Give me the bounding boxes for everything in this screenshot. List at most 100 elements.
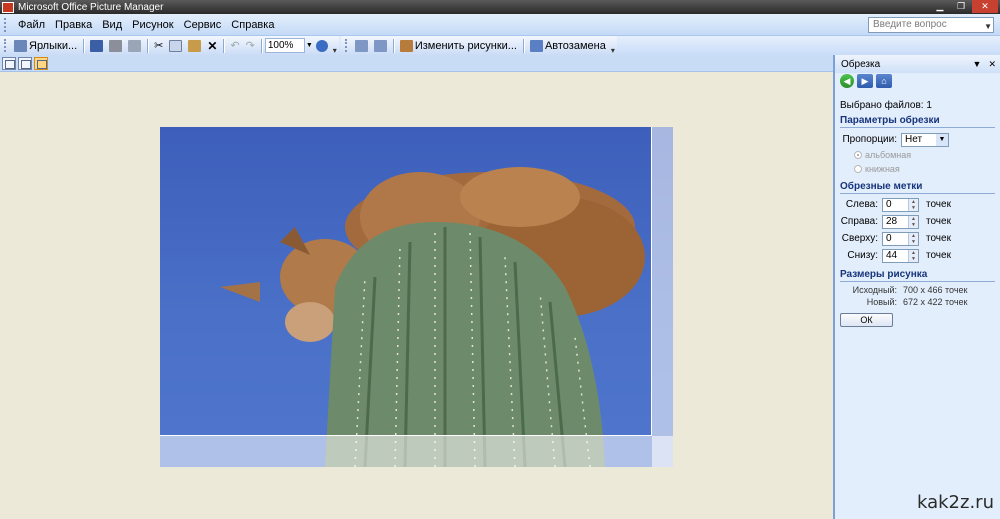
radio-dot <box>854 151 862 159</box>
window-title: Microsoft Office Picture Manager <box>18 1 164 13</box>
close-icon[interactable]: ✕ <box>972 0 998 13</box>
toolbar-options-icon[interactable]: ▾ <box>333 46 337 55</box>
spin-arrows-icon[interactable]: ▲ ▼ <box>908 215 918 228</box>
mark-value: 0 <box>886 232 892 244</box>
rotate-right-button[interactable] <box>371 37 390 54</box>
crop-handle-bottom[interactable] <box>160 435 652 436</box>
cut-button[interactable]: ✂ <box>151 37 166 54</box>
autofix-icon <box>529 39 543 52</box>
bottom-mark-stepper[interactable]: 44 ▲ ▼ <box>882 248 919 263</box>
mark-unit: точек <box>926 216 951 227</box>
redo-icon: ↷ <box>245 40 255 52</box>
help-button[interactable] <box>313 37 331 54</box>
toolbar-grip[interactable] <box>4 39 7 52</box>
mark-value: 0 <box>886 198 892 210</box>
landscape-label: альбомная <box>865 150 912 160</box>
menu-view[interactable]: Вид <box>97 19 127 31</box>
menu-picture[interactable]: Рисунок <box>127 19 179 31</box>
menu-edit[interactable]: Правка <box>50 19 97 31</box>
menu-file[interactable]: Файл <box>13 19 50 31</box>
redo-button[interactable]: ↷ <box>243 37 258 54</box>
menu-help[interactable]: Справка <box>226 19 279 31</box>
help-icon <box>315 39 328 52</box>
spin-arrows-icon[interactable]: ▲ ▼ <box>908 198 918 211</box>
task-pane-header: Обрезка ▼ ✕ <box>835 55 1000 73</box>
task-pane-nav: ◀ ▶ ⌂ <box>835 73 1000 89</box>
chevron-down-icon: ▼ <box>936 133 948 146</box>
paste-button[interactable] <box>185 37 204 54</box>
maximize-icon[interactable]: ❐ <box>951 0 971 13</box>
menu-grip[interactable] <box>4 17 7 32</box>
task-pane-close-icon[interactable]: ✕ <box>988 59 996 70</box>
rotate-left-button[interactable] <box>352 37 371 54</box>
right-mark-stepper[interactable]: 28 ▲ ▼ <box>882 214 919 229</box>
toolbar-separator <box>392 38 394 53</box>
original-size-row: Исходный: 700 x 466 точек <box>840 285 995 297</box>
mark-label: Сверху: <box>841 233 878 244</box>
help-search-input[interactable]: Введите вопрос <box>868 17 994 33</box>
mark-value: 28 <box>886 215 898 227</box>
shortcuts-button[interactable]: Ярлыки... <box>11 37 80 54</box>
portrait-radio[interactable]: книжная <box>840 162 995 176</box>
delete-button[interactable]: ✕ <box>204 37 220 54</box>
cat-on-cactus-image <box>220 167 645 467</box>
back-icon[interactable]: ◀ <box>840 74 854 88</box>
email-button[interactable] <box>125 37 144 54</box>
zoom-dropdown-icon[interactable]: ▼ <box>306 42 313 49</box>
mark-row-bottom: Снизу: 44 ▲ ▼ точек <box>840 247 995 264</box>
radio-dot <box>854 165 862 173</box>
save-button[interactable] <box>87 37 106 54</box>
standard-toolbar: Ярлыки... ✂ ✕ ↶ ↷ 100% ▼ ▾ Изменить рису… <box>0 36 1000 55</box>
filmstrip-view-icon[interactable] <box>18 56 32 70</box>
mark-unit: точек <box>926 233 951 244</box>
mark-row-top: Сверху: 0 ▲ ▼ точек <box>840 230 995 247</box>
crop-handle-right[interactable] <box>651 127 652 436</box>
original-size-value: 700 x 466 точек <box>903 285 968 295</box>
menu-tools[interactable]: Сервис <box>179 19 227 31</box>
original-size-label: Исходный: <box>852 285 897 295</box>
spin-arrows-icon[interactable]: ▲ ▼ <box>908 232 918 245</box>
task-pane-title: Обрезка <box>841 58 881 70</box>
top-mark-stepper[interactable]: 0 ▲ ▼ <box>882 231 919 246</box>
toolbar-separator <box>223 38 225 53</box>
single-picture-view-icon[interactable] <box>34 56 48 70</box>
photo[interactable] <box>160 127 673 467</box>
forward-icon[interactable]: ▶ <box>857 74 873 88</box>
toolbar-options-icon[interactable]: ▾ <box>611 46 615 55</box>
zoom-select[interactable]: 100% <box>264 38 305 53</box>
crop-task-pane: Обрезка ▼ ✕ ◀ ▶ ⌂ Выбрано файлов: 1 Пара… <box>833 55 1000 519</box>
copy-icon <box>169 39 183 52</box>
mark-unit: точек <box>926 199 951 210</box>
ok-button[interactable]: ОК <box>840 313 893 327</box>
print-button[interactable] <box>106 37 125 54</box>
view-bar <box>0 55 833 72</box>
toolbar-grip[interactable] <box>344 39 348 52</box>
proportions-select[interactable]: Нет ▼ <box>901 132 949 147</box>
size-heading: Размеры рисунка <box>840 269 995 282</box>
crop-marks-heading: Обрезные метки <box>840 181 995 194</box>
new-size-value: 672 x 422 точек <box>903 297 968 307</box>
mark-unit: точек <box>926 250 951 261</box>
copy-button[interactable] <box>166 37 185 54</box>
autofix-button[interactable]: Автозамена <box>527 37 609 54</box>
toolbar-separator <box>83 38 85 53</box>
left-mark-stepper[interactable]: 0 ▲ ▼ <box>882 197 919 212</box>
mark-label: Слева: <box>845 199 878 210</box>
task-pane-menu-icon[interactable]: ▼ <box>973 59 982 70</box>
minimize-icon[interactable]: ▁ <box>930 0 950 13</box>
home-icon[interactable]: ⌂ <box>876 74 892 88</box>
spin-arrows-icon[interactable]: ▲ ▼ <box>908 249 918 262</box>
landscape-radio[interactable]: альбомная <box>840 148 995 162</box>
undo-button[interactable]: ↶ <box>227 37 242 54</box>
thumbnail-view-icon[interactable] <box>2 56 16 70</box>
toolbar-separator <box>260 38 262 53</box>
files-selected-text: Выбрано файлов: 1 <box>840 100 932 111</box>
email-icon <box>128 39 142 52</box>
edit-pictures-button[interactable]: Изменить рисунки... <box>397 37 520 54</box>
rotate-right-icon <box>373 39 387 52</box>
mark-label: Снизу: <box>847 250 878 261</box>
help-dropdown-icon[interactable]: ▼ <box>984 22 992 31</box>
picture-canvas <box>0 72 833 519</box>
autofix-label: Автозамена <box>544 39 606 52</box>
menu-bar: Файл Правка Вид Рисунок Сервис Справка В… <box>0 14 1000 36</box>
